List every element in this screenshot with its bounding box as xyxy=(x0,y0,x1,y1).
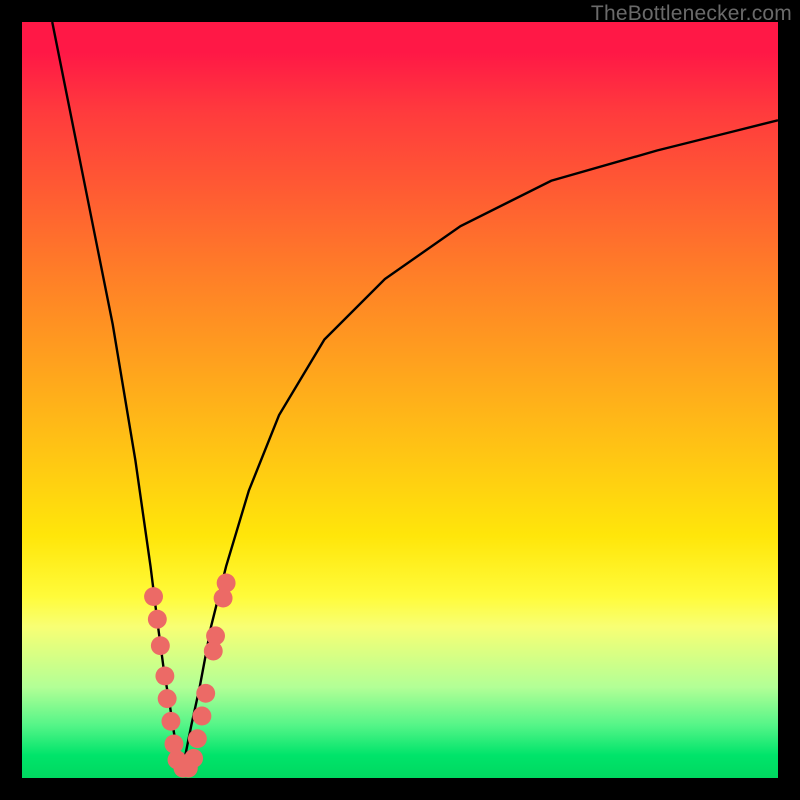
data-marker xyxy=(158,689,177,708)
plot-area xyxy=(22,22,778,778)
bottleneck-curve-left xyxy=(52,22,181,770)
data-marker xyxy=(165,735,184,754)
data-marker xyxy=(161,712,180,731)
data-marker xyxy=(148,610,167,629)
bottleneck-curve-right xyxy=(181,120,778,770)
data-marker xyxy=(144,587,163,606)
data-marker xyxy=(188,729,207,748)
chart-frame: TheBottlenecker.com xyxy=(0,0,800,800)
data-marker xyxy=(206,626,225,645)
data-marker xyxy=(155,666,174,685)
data-marker xyxy=(184,749,203,768)
data-marker xyxy=(192,707,211,726)
data-marker xyxy=(217,574,236,593)
data-marker xyxy=(151,636,170,655)
curve-svg xyxy=(22,22,778,778)
data-markers xyxy=(144,574,235,778)
data-marker xyxy=(196,684,215,703)
